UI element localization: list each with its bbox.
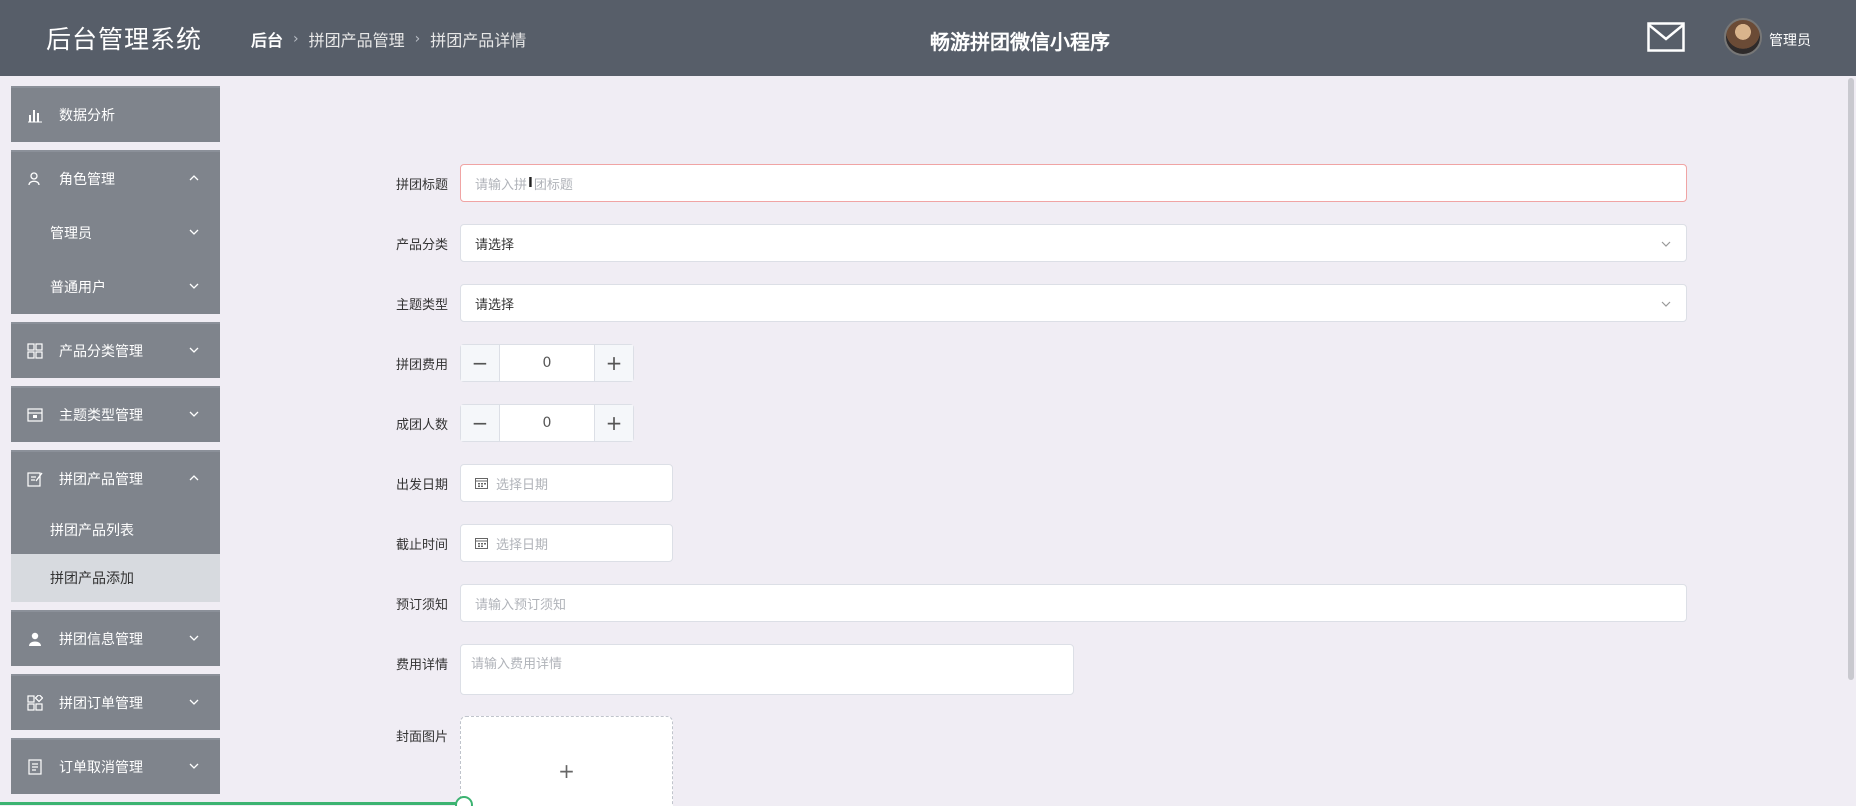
chevron-down-icon bbox=[189, 347, 199, 353]
sidebar-item-label: 主题类型管理 bbox=[59, 408, 143, 424]
sidebar-item-data-analysis[interactable]: 数据分析 bbox=[11, 86, 220, 142]
sidebar-item-normal-user[interactable]: 普通用户 bbox=[11, 260, 220, 314]
notice-input[interactable]: 请输入预订须知 bbox=[460, 584, 1687, 622]
cost-detail-label: 费用详情 bbox=[395, 658, 448, 673]
progress-line bbox=[0, 802, 460, 805]
category-label: 产品分类 bbox=[395, 238, 448, 253]
sidebar-item-role-mgmt[interactable]: 角色管理 bbox=[11, 152, 220, 206]
bar-chart-icon bbox=[27, 107, 43, 123]
sidebar-item-label: 拼团订单管理 bbox=[59, 696, 143, 712]
sidebar-item-label: 订单取消管理 bbox=[59, 760, 143, 776]
cover-image-label: 封面图片 bbox=[395, 730, 448, 745]
chevron-right-icon: › bbox=[293, 31, 299, 47]
chevron-down-icon bbox=[189, 635, 199, 641]
breadcrumb-item-home[interactable]: 后台 bbox=[251, 27, 283, 51]
depart-date-label: 出发日期 bbox=[395, 478, 448, 493]
category-select-value: 请选择 bbox=[475, 237, 515, 253]
mini-program-title: 畅游拼团微信小程序 bbox=[930, 30, 1110, 54]
sidebar-item-group-info[interactable]: 拼团信息管理 bbox=[11, 610, 220, 666]
calendar-icon bbox=[475, 478, 488, 489]
chevron-down-icon bbox=[1661, 301, 1671, 307]
chevron-down-icon bbox=[189, 411, 199, 417]
chevron-down-icon bbox=[189, 699, 199, 705]
sidebar-item-group-product[interactable]: 拼团产品管理 bbox=[11, 452, 220, 506]
calendar-icon bbox=[475, 538, 488, 549]
deadline-date-picker[interactable]: 选择日期 bbox=[460, 524, 673, 562]
cover-image-upload[interactable]: + bbox=[460, 716, 673, 806]
sidebar-item-label: 角色管理 bbox=[59, 172, 115, 188]
chevron-up-icon bbox=[189, 175, 199, 181]
fee-value[interactable]: 0 bbox=[500, 345, 594, 381]
deadline-label: 截止时间 bbox=[395, 538, 448, 553]
chevron-down-icon bbox=[189, 283, 199, 289]
depart-date-placeholder: 选择日期 bbox=[496, 477, 549, 493]
person-icon bbox=[27, 631, 43, 647]
notice-placeholder: 请输入预订须知 bbox=[475, 597, 567, 613]
theme-select[interactable]: 请选择 bbox=[460, 284, 1687, 322]
sidebar-item-label: 拼团产品管理 bbox=[59, 472, 143, 488]
chevron-down-icon bbox=[189, 229, 199, 235]
sidebar-item-label: 拼团产品添加 bbox=[50, 571, 134, 587]
notice-label: 预订须知 bbox=[395, 598, 448, 613]
plus-icon: + bbox=[558, 759, 575, 783]
title-input[interactable]: 请输入拼 I 团标题 bbox=[460, 164, 1687, 202]
sidebar-item-group-product-add[interactable]: 拼团产品添加 bbox=[11, 554, 220, 602]
sidebar-group-group-product: 拼团产品管理 拼团产品列表 拼团产品添加 bbox=[11, 450, 220, 602]
theme-label: 主题类型 bbox=[395, 298, 448, 313]
breadcrumb-item-group-product[interactable]: 拼团产品管理 bbox=[309, 27, 405, 51]
category-select[interactable]: 请选择 bbox=[460, 224, 1687, 262]
sidebar-item-label: 拼团产品列表 bbox=[50, 523, 134, 539]
user-icon bbox=[27, 171, 43, 187]
avatar[interactable] bbox=[1724, 18, 1762, 56]
breadcrumb: 后台 › 拼团产品管理 › 拼团产品详情 bbox=[251, 27, 526, 51]
sidebar-item-group-order[interactable]: 拼团订单管理 bbox=[11, 674, 220, 730]
sidebar-item-theme-type[interactable]: 主题类型管理 bbox=[11, 386, 220, 442]
sidebar-item-label: 数据分析 bbox=[59, 108, 115, 124]
edit-icon bbox=[27, 471, 43, 487]
sidebar-item-label: 普通用户 bbox=[50, 280, 106, 296]
fee-stepper: − 0 + bbox=[460, 344, 634, 382]
chevron-up-icon bbox=[189, 475, 199, 481]
window-icon bbox=[27, 407, 43, 423]
text-cursor-icon: I bbox=[528, 175, 533, 191]
title-label: 拼团标题 bbox=[395, 178, 448, 193]
app-title: 后台管理系统 bbox=[46, 25, 203, 54]
chevron-down-icon bbox=[1661, 241, 1671, 247]
receipt-icon bbox=[27, 759, 43, 775]
chevron-right-icon: › bbox=[414, 31, 421, 47]
fee-label: 拼团费用 bbox=[395, 358, 448, 373]
sidebar-group-role: 角色管理 管理员 普通用户 bbox=[11, 150, 220, 314]
chevron-down-icon bbox=[189, 763, 199, 769]
mail-icon[interactable] bbox=[1647, 22, 1685, 52]
cost-detail-textarea[interactable]: 请输入费用详情 bbox=[460, 644, 1074, 695]
sidebar-item-admin[interactable]: 管理员 bbox=[11, 206, 220, 260]
sidebar-item-order-cancel[interactable]: 订单取消管理 bbox=[11, 738, 220, 794]
cost-detail-placeholder: 请输入费用详情 bbox=[471, 657, 563, 672]
people-decrease-button[interactable]: − bbox=[461, 405, 500, 441]
people-increase-button[interactable]: + bbox=[594, 405, 633, 441]
sidebar-item-label: 管理员 bbox=[50, 226, 92, 242]
sidebar-item-label: 产品分类管理 bbox=[59, 344, 143, 360]
title-placeholder: 请输入拼 bbox=[475, 177, 528, 193]
sidebar-item-product-category[interactable]: 产品分类管理 bbox=[11, 322, 220, 378]
people-label: 成团人数 bbox=[395, 418, 448, 433]
apps-icon bbox=[27, 695, 43, 711]
people-value[interactable]: 0 bbox=[500, 405, 594, 441]
sidebar-item-group-product-list[interactable]: 拼团产品列表 bbox=[11, 506, 220, 554]
fee-decrease-button[interactable]: − bbox=[461, 345, 500, 381]
user-name[interactable]: 管理员 bbox=[1769, 30, 1811, 50]
sidebar: 数据分析 角色管理 管理员 普通用户 产品分类管理 主题类型管理 拼团产品管理 … bbox=[0, 76, 232, 806]
main-scrollbar[interactable] bbox=[1848, 78, 1854, 680]
grid-icon bbox=[27, 343, 43, 359]
depart-date-picker[interactable]: 选择日期 bbox=[460, 464, 673, 502]
fee-increase-button[interactable]: + bbox=[594, 345, 633, 381]
deadline-date-placeholder: 选择日期 bbox=[496, 537, 549, 553]
breadcrumb-item-detail: 拼团产品详情 bbox=[430, 31, 527, 50]
theme-select-value: 请选择 bbox=[475, 297, 515, 313]
people-stepper: − 0 + bbox=[460, 404, 634, 442]
sidebar-item-label: 拼团信息管理 bbox=[59, 632, 143, 648]
top-header: 后台管理系统 后台 › 拼团产品管理 › 拼团产品详情 畅游拼团微信小程序 管理… bbox=[0, 0, 1856, 76]
title-placeholder-rest: 团标题 bbox=[533, 177, 573, 193]
